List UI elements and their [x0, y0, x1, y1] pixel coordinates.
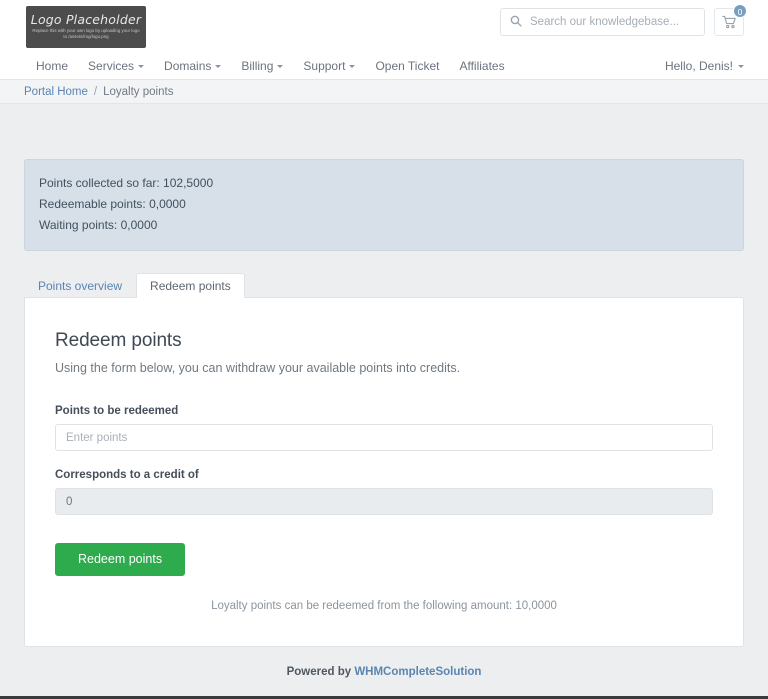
search-input[interactable]: [530, 9, 695, 35]
nav-label: Open Ticket: [375, 59, 439, 73]
knowledgebase-search[interactable]: [500, 8, 705, 36]
points-redeemable-text: Redeemable points: 0,0000: [39, 194, 729, 215]
site-footer: Contact Us Terms of Service English / € …: [0, 696, 768, 699]
tab-label: Points overview: [38, 279, 122, 293]
breadcrumb-current: Loyalty points: [103, 86, 173, 98]
nav-item-affiliates[interactable]: Affiliates: [449, 59, 514, 73]
chevron-down-icon: [738, 65, 744, 68]
redeem-minimum-note: Loyalty points can be redeemed from the …: [55, 600, 713, 612]
nav-label: Support: [303, 59, 345, 73]
shopping-cart-button[interactable]: 0: [714, 8, 744, 36]
points-summary-panel: Points collected so far: 102,5000 Redeem…: [24, 159, 744, 251]
credit-output-field: [55, 488, 713, 515]
redeem-points-button[interactable]: Redeem points: [55, 543, 185, 576]
account-greeting: Hello, Denis!: [665, 59, 733, 73]
chevron-down-icon: [277, 65, 283, 68]
page-content: Points collected so far: 102,5000 Redeem…: [0, 104, 768, 678]
nav-item-support[interactable]: Support: [293, 59, 365, 73]
account-menu[interactable]: Hello, Denis!: [665, 59, 744, 73]
page-subtitle: Using the form below, you can withdraw y…: [55, 361, 713, 375]
tab-redeem-points[interactable]: Redeem points: [136, 273, 245, 298]
top-spacer: [24, 104, 744, 159]
logo-title: Logo Placeholder: [31, 13, 141, 27]
nav-label: Domains: [164, 59, 211, 73]
nav-item-open-ticket[interactable]: Open Ticket: [365, 59, 449, 73]
nav-item-services[interactable]: Services: [78, 59, 154, 73]
points-field-label: Points to be redeemed: [55, 405, 713, 417]
nav-item-domains[interactable]: Domains: [154, 59, 231, 73]
site-header: Logo Placeholder Replace this with your …: [0, 0, 768, 53]
logo-subtitle: Replace this with your own logo by uploa…: [32, 28, 140, 40]
nav-label: Billing: [241, 59, 273, 73]
tab-points-overview[interactable]: Points overview: [24, 273, 136, 298]
nav-item-home[interactable]: Home: [32, 59, 78, 73]
chevron-down-icon: [138, 65, 144, 68]
nav-label: Affiliates: [459, 59, 504, 73]
shopping-cart-icon: [722, 15, 737, 29]
main-navigation: Home Services Domains Billing Support Op…: [0, 53, 768, 80]
powered-by: Powered by WHMCompleteSolution: [24, 647, 744, 678]
nav-label: Services: [88, 59, 134, 73]
credit-field-label: Corresponds to a credit of: [55, 469, 713, 481]
tab-label: Redeem points: [150, 279, 231, 293]
points-collected-text: Points collected so far: 102,5000: [39, 173, 729, 194]
whmcs-link[interactable]: WHMCompleteSolution: [354, 666, 481, 678]
logo-placeholder[interactable]: Logo Placeholder Replace this with your …: [26, 6, 146, 48]
points-waiting-text: Waiting points: 0,0000: [39, 215, 729, 236]
breadcrumb-separator: /: [94, 86, 97, 98]
nav-label: Home: [36, 59, 68, 73]
chevron-down-icon: [349, 65, 355, 68]
page-title: Redeem points: [55, 330, 713, 352]
header-right-group: 0: [500, 8, 744, 36]
credit-field-group: Corresponds to a credit of: [55, 469, 713, 515]
nav-list: Home Services Domains Billing Support Op…: [32, 59, 515, 73]
cart-count-badge: 0: [733, 4, 747, 18]
points-input[interactable]: [55, 424, 713, 451]
redeem-points-panel: Redeem points Using the form below, you …: [24, 297, 744, 647]
powered-by-prefix: Powered by: [287, 666, 355, 678]
nav-item-billing[interactable]: Billing: [231, 59, 293, 73]
chevron-down-icon: [215, 65, 221, 68]
tab-bar: Points overview Redeem points: [24, 272, 744, 297]
search-icon: [510, 15, 522, 30]
points-field-group: Points to be redeemed: [55, 405, 713, 451]
breadcrumb-portal-home[interactable]: Portal Home: [24, 86, 88, 98]
breadcrumb: Portal Home / Loyalty points: [0, 80, 768, 104]
